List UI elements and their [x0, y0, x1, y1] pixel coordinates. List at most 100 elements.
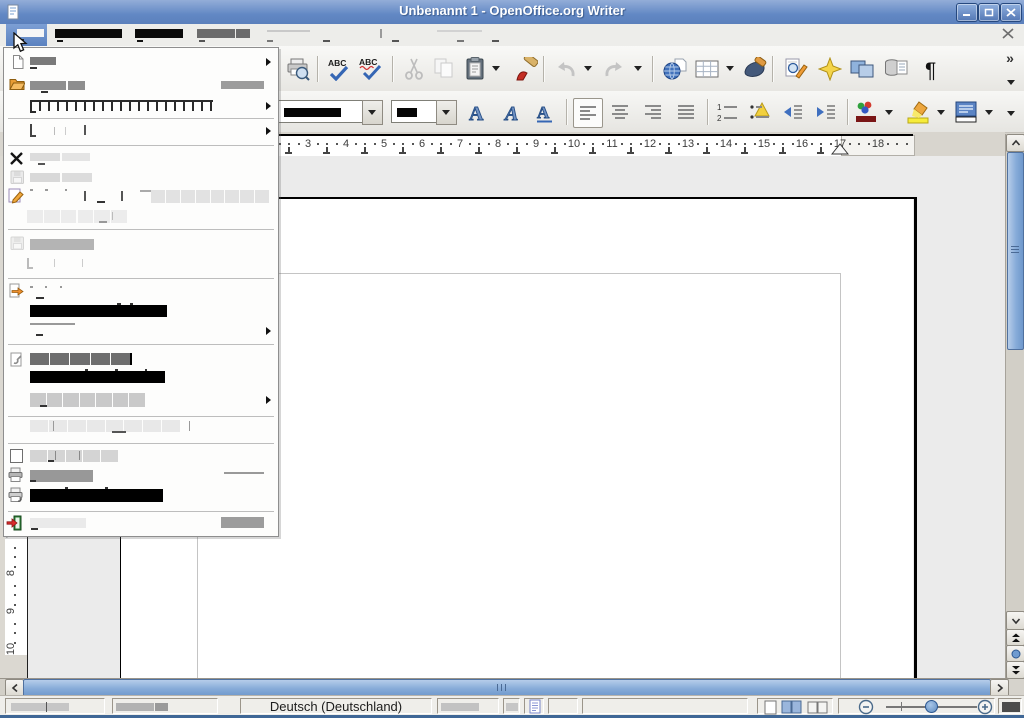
menubar-item-insert[interactable]	[195, 24, 252, 46]
auto-spellcheck-button[interactable]: ABC	[356, 55, 384, 83]
status-page-style[interactable]	[112, 698, 218, 714]
status-modified-flag[interactable]	[524, 698, 544, 714]
numbered-list-button[interactable]: 12	[713, 98, 741, 126]
gallery-button[interactable]	[848, 55, 876, 83]
hyperlink-button[interactable]	[661, 55, 689, 83]
font-name-dropdown-button[interactable]	[362, 100, 383, 125]
font-size-dropdown-button[interactable]	[436, 100, 457, 125]
align-left-button[interactable]	[573, 98, 603, 128]
toolbar-more-button[interactable]	[1004, 103, 1021, 115]
title-bar[interactable]: Unbenannt 1 - OpenOffice.org Writer	[0, 0, 1024, 25]
menubar-item-help[interactable]	[488, 24, 514, 46]
font-size-input[interactable]	[391, 100, 437, 123]
navigator-button[interactable]	[816, 55, 844, 83]
dropdown-arrow[interactable]	[983, 100, 995, 124]
copy-button[interactable]	[430, 55, 458, 83]
file-menu-item-wizards[interactable]	[5, 121, 276, 141]
status-zoom-percent[interactable]	[998, 698, 1022, 714]
zoom-slider-thumb[interactable]	[925, 700, 938, 713]
scroll-down-button[interactable]	[1006, 611, 1024, 630]
status-language[interactable]: Deutsch (Deutschland)	[240, 698, 432, 714]
file-menu-item-new[interactable]	[5, 53, 276, 71]
file-menu-item-open[interactable]	[5, 75, 276, 95]
status-selection-mode[interactable]	[503, 698, 520, 714]
align-justified-button[interactable]	[672, 98, 700, 126]
file-menu-item-web-preview[interactable]	[5, 419, 276, 435]
draw-functions-button[interactable]	[741, 55, 769, 83]
align-right-button[interactable]	[639, 98, 667, 126]
file-menu-item-digital-signatures[interactable]	[5, 369, 276, 386]
status-zoom-slider[interactable]	[838, 698, 995, 714]
find-replace-button[interactable]	[782, 55, 810, 83]
horizontal-scrollbar[interactable]	[0, 678, 1008, 696]
font-name-input[interactable]	[278, 100, 363, 123]
menubar-item-tools[interactable]	[368, 24, 408, 46]
view-single-page-icon[interactable]	[764, 700, 777, 715]
file-menu-item-reload[interactable]	[5, 234, 276, 251]
menubar-item-edit[interactable]	[55, 24, 123, 46]
toolbar-more-button[interactable]	[1004, 72, 1021, 84]
navigation-button[interactable]	[1006, 645, 1024, 662]
file-menu-item-save[interactable]	[5, 169, 276, 185]
file-menu-item-templates[interactable]	[5, 391, 276, 409]
dropdown-arrow[interactable]	[935, 100, 947, 124]
file-menu-item-printer-settings[interactable]	[5, 486, 276, 504]
status-view-layout[interactable]	[757, 698, 833, 714]
dropdown-arrow[interactable]	[582, 57, 594, 79]
bold-button[interactable]: A	[464, 98, 492, 126]
page-preview-button[interactable]	[284, 55, 312, 83]
status-insert-mode[interactable]	[437, 698, 499, 714]
file-menu-item-close[interactable]	[5, 149, 276, 167]
minimize-button[interactable]	[956, 3, 978, 22]
file-menu-item-export-as-pdf[interactable]	[5, 303, 276, 320]
file-menu-item-recent-documents[interactable]	[5, 97, 276, 115]
cut-button[interactable]	[400, 55, 428, 83]
spellcheck-button[interactable]: ABC	[325, 55, 353, 83]
right-indent-marker-icon[interactable]	[831, 143, 849, 155]
dropdown-arrow[interactable]	[632, 57, 644, 79]
vertical-scrollbar[interactable]	[1005, 134, 1024, 678]
menubar-item-view[interactable]	[133, 24, 185, 46]
status-page-number[interactable]	[5, 698, 105, 714]
file-menu-item-exit[interactable]	[5, 515, 276, 533]
highlighting-button[interactable]	[904, 98, 932, 126]
file-menu-item-versions[interactable]	[5, 254, 276, 270]
background-color-button[interactable]	[952, 98, 980, 126]
file-menu-item-save-all[interactable]	[5, 209, 276, 225]
dropdown-arrow[interactable]	[883, 100, 895, 124]
formatting-marks-button[interactable]: ¶	[918, 55, 946, 83]
file-menu-item-properties[interactable]	[5, 351, 276, 368]
close-button[interactable]	[1000, 3, 1022, 22]
scroll-up-button[interactable]	[1006, 134, 1024, 152]
zoom-out-icon[interactable]	[858, 699, 874, 715]
view-book-mode-icon[interactable]	[807, 700, 828, 714]
underline-button[interactable]: A	[531, 98, 559, 126]
zoom-in-icon[interactable]	[977, 699, 993, 715]
menubar-item-window[interactable]	[435, 24, 485, 46]
status-info[interactable]	[582, 698, 748, 714]
close-document-button[interactable]	[1001, 27, 1018, 43]
decrease-indent-button[interactable]	[779, 98, 807, 126]
file-menu-item-page-preview[interactable]	[5, 447, 276, 464]
dropdown-arrow[interactable]	[490, 57, 502, 79]
menubar-item-format[interactable]	[262, 24, 314, 46]
dropdown-arrow[interactable]	[724, 57, 736, 79]
file-menu-item-print[interactable]	[5, 467, 276, 484]
file-menu-item-save-as[interactable]	[5, 187, 276, 207]
table-button[interactable]	[693, 55, 721, 83]
next-page-button[interactable]	[1006, 661, 1024, 679]
format-paintbrush-button[interactable]	[512, 55, 540, 83]
toolbar-overflow-button[interactable]: »	[1000, 50, 1020, 66]
maximize-button[interactable]	[978, 3, 1000, 22]
previous-page-button[interactable]	[1006, 629, 1024, 646]
align-center-button[interactable]	[606, 98, 634, 126]
paste-button[interactable]	[461, 55, 489, 83]
redo-button[interactable]	[601, 55, 629, 83]
view-multiple-pages-icon[interactable]	[781, 700, 802, 714]
font-color-button[interactable]	[852, 98, 880, 126]
vertical-scrollbar-thumb[interactable]	[1007, 152, 1024, 350]
increase-indent-button[interactable]	[812, 98, 840, 126]
file-menu-item-send[interactable]	[5, 321, 276, 340]
file-menu-item-export[interactable]	[5, 283, 276, 300]
italic-button[interactable]: A	[498, 98, 526, 126]
